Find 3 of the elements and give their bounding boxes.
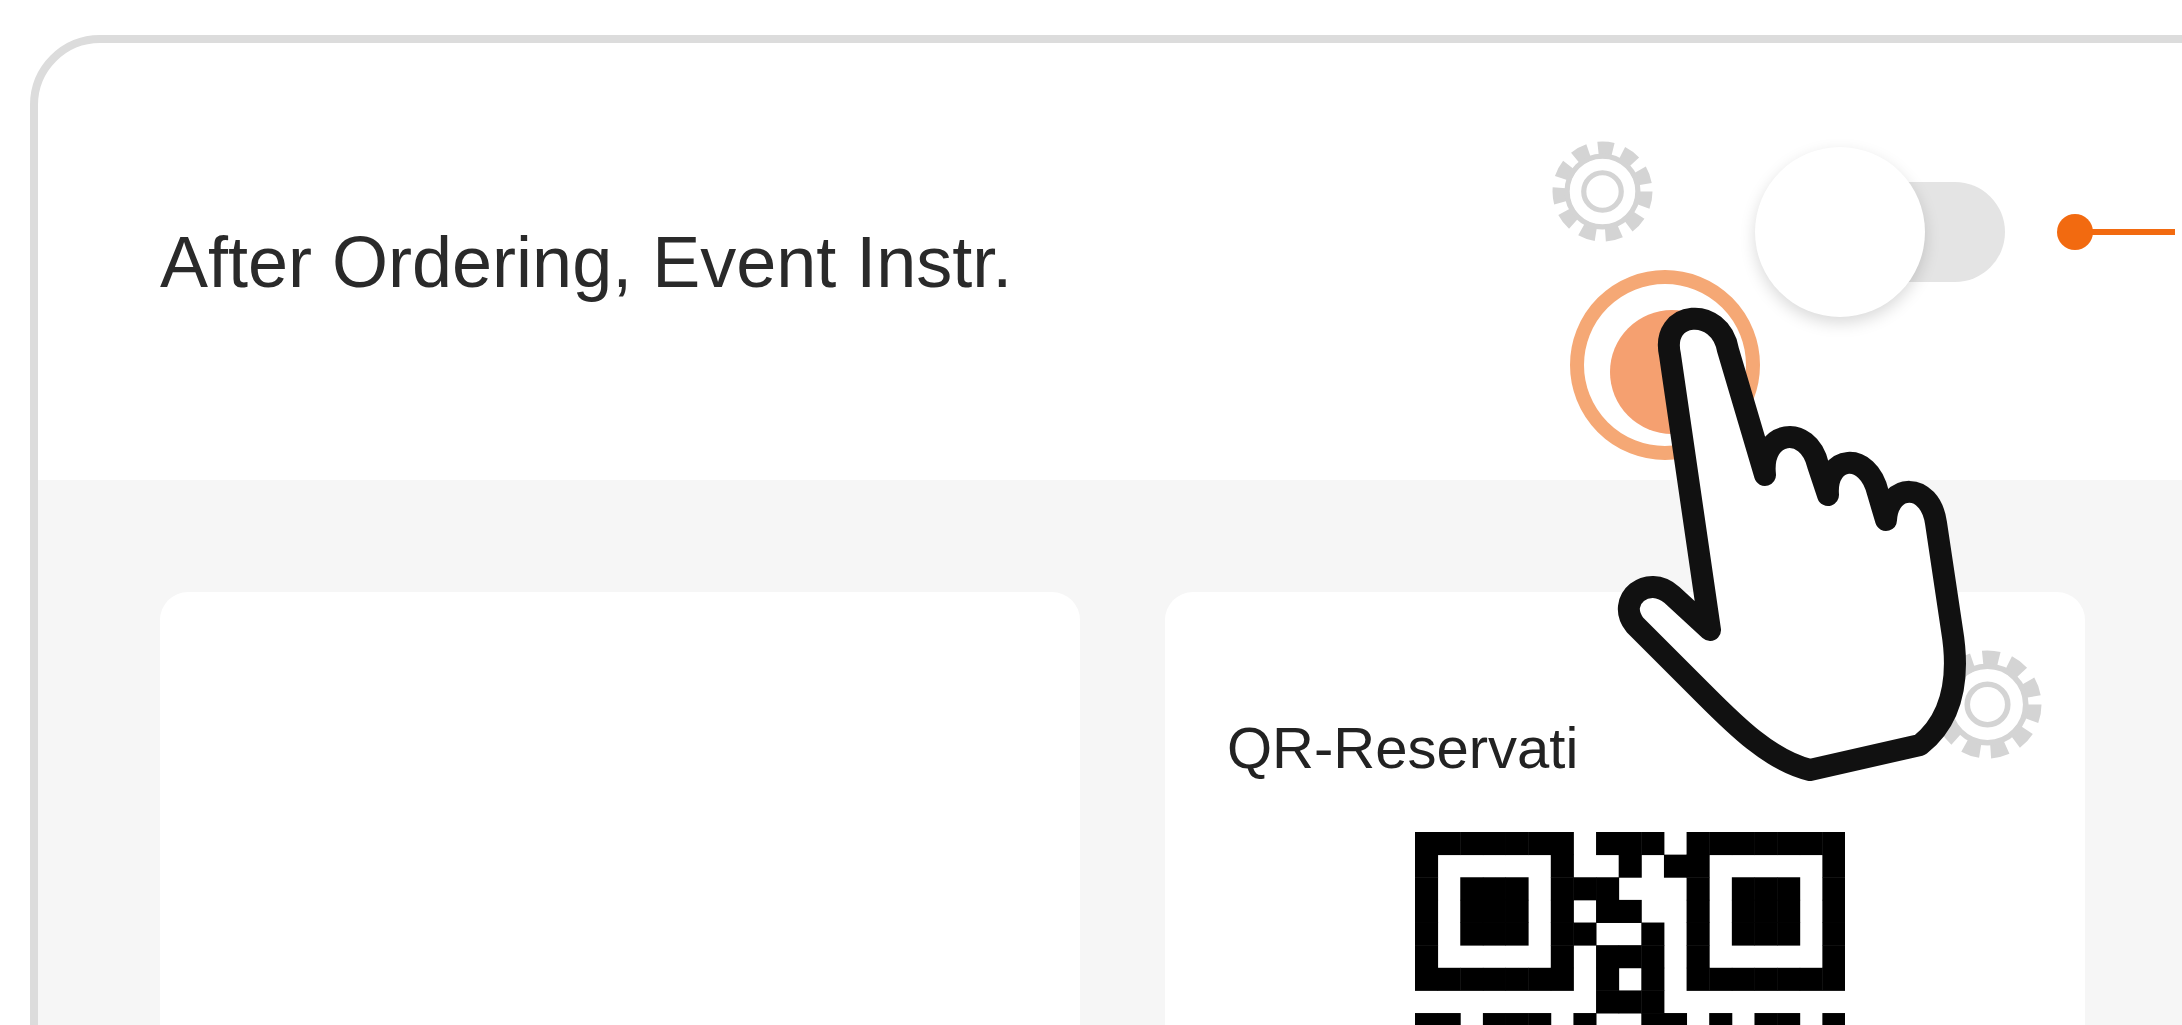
section-title: After Ordering, Event Instr. [160,220,1014,303]
card-title: QR-Reservati [1227,714,1579,781]
toggle-switch[interactable] [1755,146,2005,317]
